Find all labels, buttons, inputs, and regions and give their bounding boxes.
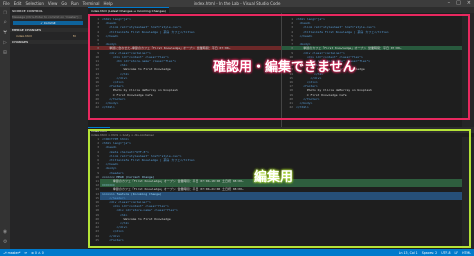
title-bar: File Edit Selection View Go Run Terminal Help i…	[0, 0, 474, 7]
changes-section[interactable]: CHANGES	[10, 40, 88, 44]
merge-changes-section[interactable]: MERGE CHANGES	[10, 28, 88, 32]
sidebar-header: SOURCE CONTROL	[12, 9, 43, 13]
source-control-icon[interactable]: ⑂	[2, 30, 8, 36]
status-bar: ⎇ master* ⟳ ⊗ 0 ⚠ 0 Ln 13, Col 1 Spaces:…	[0, 249, 474, 256]
language-mode[interactable]: HTML	[462, 251, 471, 255]
encoding[interactable]: UTF-8	[441, 251, 450, 255]
changed-file-item[interactable]: index.html M	[16, 34, 76, 38]
changed-file-name: index.html	[16, 34, 32, 38]
commit-message-input[interactable]: Message (Ctrl+Enter to commit on 'master…	[12, 15, 82, 19]
tab-diff[interactable]: index.html (Latest Changes ↔ Incoming Ch…	[88, 7, 169, 13]
line-ending[interactable]: LF	[455, 251, 459, 255]
gear-icon[interactable]: ⚙	[2, 239, 8, 245]
minimize-icon[interactable]: –	[448, 0, 451, 6]
maximize-icon[interactable]: □	[456, 0, 461, 6]
editable-frame	[88, 129, 471, 248]
account-icon[interactable]: ◉	[2, 229, 8, 235]
commit-button[interactable]: ✓ Commit	[13, 21, 83, 25]
readonly-label: 確認用・編集できません	[213, 60, 356, 75]
source-control-sidebar: SOURCE CONTROL Message (Ctrl+Enter to co…	[10, 7, 88, 249]
window-title: index.html - In the Lab - Visual Studio …	[193, 1, 281, 6]
problems-indicator[interactable]: ⊗ 0 ⚠ 0	[31, 251, 44, 255]
close-icon[interactable]: ×	[467, 0, 471, 6]
sync-icon[interactable]: ⟳	[25, 251, 28, 255]
cursor-position[interactable]: Ln 13, Col 1	[399, 251, 418, 255]
indentation[interactable]: Spaces: 2	[422, 251, 438, 255]
window-controls: – □ ×	[448, 0, 471, 6]
explorer-icon[interactable]: ❐	[2, 10, 8, 16]
run-debug-icon[interactable]: ▷	[2, 40, 8, 46]
extensions-icon[interactable]: ⊞	[2, 50, 8, 56]
activity-bar: ❐ ⌕ ⑂ ▷ ⊞ ◉ ⚙	[0, 7, 10, 249]
branch-indicator[interactable]: ⎇ master*	[3, 251, 21, 255]
search-icon[interactable]: ⌕	[2, 20, 8, 26]
changed-file-status: M	[72, 34, 76, 38]
editable-label: 編集用	[254, 170, 294, 185]
